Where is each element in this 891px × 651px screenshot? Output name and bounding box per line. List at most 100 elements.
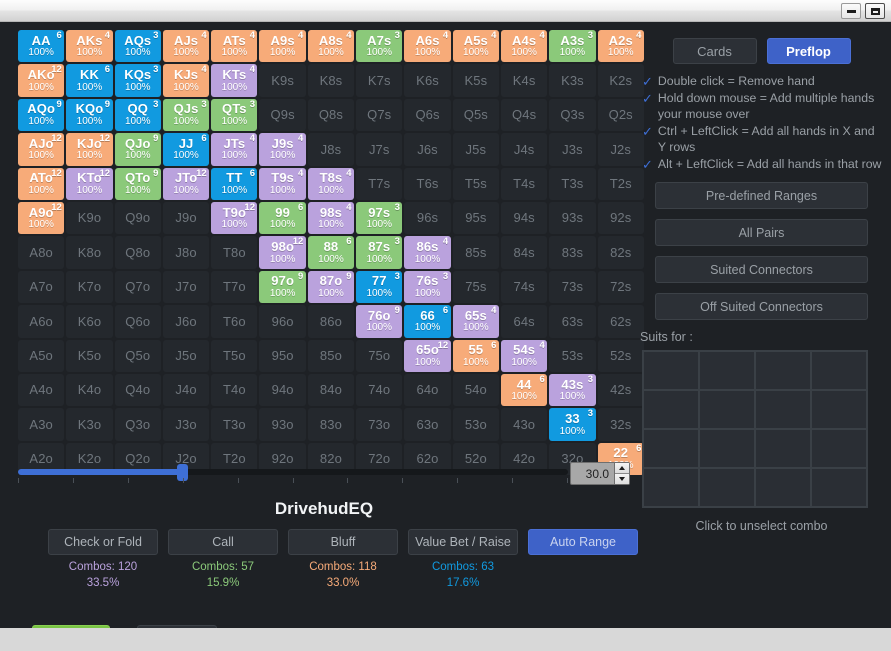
hand-cell-99[interactable]: 99 100% 6 <box>259 201 306 235</box>
hand-cell-J3o[interactable]: J3o <box>162 408 210 441</box>
hand-cell-TT[interactable]: TT 100% 6 <box>211 167 258 200</box>
hand-cell-53s[interactable]: 53s <box>549 339 596 372</box>
hand-cell-KJo[interactable]: KJo 100% 12 <box>66 133 113 166</box>
hand-cell-QQ[interactable]: QQ 100% 3 <box>114 98 161 132</box>
range-button-suited-connectors[interactable]: Suited Connectors <box>655 256 868 284</box>
hand-cell-96o[interactable]: 96o <box>259 305 306 338</box>
hand-cell-65s[interactable]: 65s 100% 4 <box>452 305 499 338</box>
hand-cell-A3s[interactable]: A3s 100% 3 <box>549 30 596 63</box>
hand-cell-A8o[interactable]: A8o <box>18 236 65 269</box>
hand-cell-A4s[interactable]: A4s 100% 4 <box>500 30 548 63</box>
hand-cell-95s[interactable]: 95s <box>452 201 499 235</box>
mode-button-preflop[interactable]: Preflop <box>766 38 851 64</box>
hand-cell-K8o[interactable]: K8o <box>66 236 113 269</box>
suit-combo-cell[interactable] <box>811 468 867 508</box>
hand-cell-94s[interactable]: 94s <box>500 201 548 235</box>
hand-cell-62s[interactable]: 62s <box>597 305 644 338</box>
hand-cell-75s[interactable]: 75s <box>452 270 499 304</box>
hand-cell-63s[interactable]: 63s <box>549 305 596 338</box>
percent-stepper[interactable]: 30.0 <box>570 462 630 485</box>
hand-cell-72s[interactable]: 72s <box>597 270 644 304</box>
hand-cell-43s[interactable]: 43s 100% 3 <box>549 373 596 407</box>
hand-cell-73s[interactable]: 73s <box>549 270 596 304</box>
hand-cell-77[interactable]: 77 100% 3 <box>356 270 403 304</box>
hand-cell-A7s[interactable]: A7s 100% 3 <box>356 30 403 63</box>
hand-cell-Q4o[interactable]: Q4o <box>114 373 161 407</box>
hand-cell-Q3o[interactable]: Q3o <box>114 408 161 441</box>
hand-cell-T9o[interactable]: T9o 100% 12 <box>211 201 258 235</box>
hand-cell-JTs[interactable]: JTs 100% 4 <box>211 133 258 166</box>
hand-cell-K4o[interactable]: K4o <box>66 373 113 407</box>
hand-cell-J4o[interactable]: J4o <box>162 373 210 407</box>
hand-cell-A7o[interactable]: A7o <box>18 270 65 304</box>
suit-combo-cell[interactable] <box>643 351 699 391</box>
hand-cell-Q8s[interactable]: Q8s <box>307 98 355 132</box>
hand-cell-83o[interactable]: 83o <box>307 408 355 441</box>
hand-cell-ATo[interactable]: ATo 100% 12 <box>18 167 65 200</box>
hand-cell-AQo[interactable]: AQo 100% 9 <box>18 98 65 132</box>
hand-cell-J3s[interactable]: J3s <box>549 133 596 166</box>
hand-cell-K4s[interactable]: K4s <box>500 64 548 97</box>
hand-cell-A2s[interactable]: A2s 100% 4 <box>597 30 644 63</box>
hand-cell-T3o[interactable]: T3o <box>211 408 258 441</box>
hand-cell-Q2s[interactable]: Q2s <box>597 98 644 132</box>
hand-cell-52s[interactable]: 52s <box>597 339 644 372</box>
hand-cell-T3s[interactable]: T3s <box>549 167 596 200</box>
hand-cell-JTo[interactable]: JTo 100% 12 <box>162 167 210 200</box>
hand-cell-KQs[interactable]: KQs 100% 3 <box>114 64 161 97</box>
suit-combo-cell[interactable] <box>811 351 867 391</box>
hand-cell-K2s[interactable]: K2s <box>597 64 644 97</box>
action-button-call[interactable]: Call <box>168 529 278 555</box>
action-button-check-or-fold[interactable]: Check or Fold <box>48 529 158 555</box>
hand-cell-A9o[interactable]: A9o 100% 12 <box>18 201 65 235</box>
hand-cell-KJs[interactable]: KJs 100% 4 <box>162 64 210 97</box>
hand-cell-54o[interactable]: 54o <box>452 373 499 407</box>
hand-cell-QJs[interactable]: QJs 100% 3 <box>162 98 210 132</box>
minimize-button[interactable] <box>841 3 861 19</box>
hand-cell-A4o[interactable]: A4o <box>18 373 65 407</box>
hand-cell-J6o[interactable]: J6o <box>162 305 210 338</box>
hand-cell-82s[interactable]: 82s <box>597 236 644 269</box>
suit-combo-cell[interactable] <box>643 390 699 430</box>
hand-cell-T6o[interactable]: T6o <box>211 305 258 338</box>
hand-cell-Q4s[interactable]: Q4s <box>500 98 548 132</box>
hand-cell-A5s[interactable]: A5s 100% 4 <box>452 30 499 63</box>
hand-cell-A6s[interactable]: A6s 100% 4 <box>404 30 451 63</box>
range-button-off-suited-connectors[interactable]: Off Suited Connectors <box>655 293 868 321</box>
hand-cell-53o[interactable]: 53o <box>452 408 499 441</box>
action-button-value-bet-raise[interactable]: Value Bet / Raise <box>408 529 518 555</box>
suit-combo-cell[interactable] <box>755 351 811 391</box>
hand-cell-Q7s[interactable]: Q7s <box>356 98 403 132</box>
hand-cell-K8s[interactable]: K8s <box>307 64 355 97</box>
hand-cell-76o[interactable]: 76o 100% 9 <box>356 305 403 338</box>
range-button-pre-defined-ranges[interactable]: Pre-defined Ranges <box>655 182 868 210</box>
hand-cell-73o[interactable]: 73o <box>356 408 403 441</box>
suit-combo-grid[interactable] <box>642 350 868 509</box>
hand-cell-76s[interactable]: 76s 100% 3 <box>404 270 451 304</box>
hand-cell-QJo[interactable]: QJo 100% 9 <box>114 133 161 166</box>
suit-combo-cell[interactable] <box>755 390 811 430</box>
hand-cell-63o[interactable]: 63o <box>404 408 451 441</box>
hand-cell-98s[interactable]: 98s 100% 4 <box>307 201 355 235</box>
hand-cell-Q7o[interactable]: Q7o <box>114 270 161 304</box>
hand-cell-J7o[interactable]: J7o <box>162 270 210 304</box>
suit-combo-cell[interactable] <box>755 429 811 469</box>
range-button-all-pairs[interactable]: All Pairs <box>655 219 868 247</box>
hand-cell-QTo[interactable]: QTo 100% 9 <box>114 167 161 200</box>
hand-cell-J6s[interactable]: J6s <box>404 133 451 166</box>
hand-cell-JJ[interactable]: JJ 100% 6 <box>162 133 210 166</box>
hand-cell-AKs[interactable]: AKs 100% 4 <box>66 30 113 63</box>
hand-cell-T9s[interactable]: T9s 100% 4 <box>259 167 306 200</box>
hand-cell-K6s[interactable]: K6s <box>404 64 451 97</box>
hand-cell-84s[interactable]: 84s <box>500 236 548 269</box>
hand-cell-T4s[interactable]: T4s <box>500 167 548 200</box>
hand-cell-J8o[interactable]: J8o <box>162 236 210 269</box>
hand-cell-65o[interactable]: 65o 100% 12 <box>404 339 451 372</box>
hand-cell-J8s[interactable]: J8s <box>307 133 355 166</box>
hand-cell-Q9s[interactable]: Q9s <box>259 98 306 132</box>
hand-cell-K7s[interactable]: K7s <box>356 64 403 97</box>
hand-cell-KK[interactable]: KK 100% 6 <box>66 64 113 97</box>
restore-button[interactable] <box>865 3 885 19</box>
hand-cell-74s[interactable]: 74s <box>500 270 548 304</box>
hand-range-matrix[interactable]: AA 100% 6 AKs 100% 4 AQs 100% 3 AJs 100% 4 ATs 100% 4 A… <box>18 30 644 476</box>
